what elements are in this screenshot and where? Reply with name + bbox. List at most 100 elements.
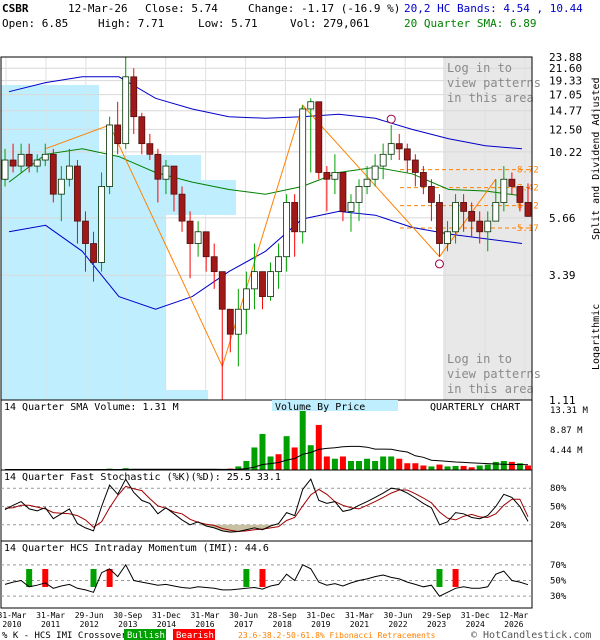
volume-bar xyxy=(347,460,354,470)
candle-body xyxy=(347,202,355,212)
candle-body xyxy=(355,186,363,203)
imi-tick-label: 50% xyxy=(550,577,567,587)
x-tick-date: 31-Dec xyxy=(152,611,181,620)
candle-body xyxy=(500,178,508,203)
bullish-label: Bullish xyxy=(127,631,165,640)
candle-body xyxy=(339,172,347,212)
x-tick-date: 28-Sep xyxy=(268,611,297,620)
candle-body xyxy=(419,172,427,187)
watermark-top-text: view patterns xyxy=(447,76,541,90)
bearish-label: Bearish xyxy=(176,631,214,640)
stochastic-tick-label: 20% xyxy=(550,521,567,531)
candle-body xyxy=(468,210,476,222)
fibonacci-legend: 23.6-38.2-50-61.8% Fibonacci Retracement… xyxy=(238,631,436,640)
copyright: © HotCandlestick.com xyxy=(471,630,591,640)
candle-body xyxy=(444,231,451,244)
candle-body xyxy=(379,153,387,167)
volume-bar xyxy=(476,465,483,470)
candle-body xyxy=(33,159,41,167)
price-tick-label: 3.39 xyxy=(549,269,576,282)
candle-body xyxy=(476,220,484,233)
volume-bar xyxy=(428,466,435,470)
candle-body xyxy=(162,165,170,180)
imi-crossover-bar xyxy=(436,569,443,587)
imi-crossover-bar xyxy=(259,569,266,587)
imi-crossover-bar xyxy=(106,569,113,587)
stochastic-tick-label: 50% xyxy=(550,503,567,513)
candle-body xyxy=(82,220,89,244)
candle-body xyxy=(90,243,97,263)
candle-body xyxy=(283,202,291,258)
candle-body xyxy=(226,308,234,335)
candle-body xyxy=(251,271,258,290)
volume-bar xyxy=(388,456,395,470)
x-tick-date: 30-Jun xyxy=(229,611,258,620)
x-tick-date: 31-Mar xyxy=(36,611,65,620)
candle-body xyxy=(49,153,57,195)
x-tick-date: 31-Dec xyxy=(306,611,335,620)
watermark-top-text: Log in to xyxy=(447,61,512,75)
candle-body xyxy=(170,165,178,195)
candle-body xyxy=(460,202,468,212)
candle-body xyxy=(106,124,114,187)
volume-bar xyxy=(444,466,451,470)
imi-panel-title: 14 Quarter HCS Intraday Momentum (IMI): … xyxy=(4,543,269,554)
imi-crossover-bar xyxy=(452,569,459,587)
volume-bar xyxy=(500,460,507,470)
candle-body xyxy=(218,271,226,310)
imi-crossover-bar xyxy=(90,569,97,587)
volume-bar xyxy=(307,445,314,470)
candle-body xyxy=(299,108,307,233)
candle-body xyxy=(146,143,154,155)
candle-body xyxy=(154,153,162,180)
candle-body xyxy=(114,124,122,145)
stock-chart: 8.727.426.325.17Log in toLog in toview p… xyxy=(0,51,600,640)
x-tick-year: 2018 xyxy=(273,620,292,629)
volume-bar xyxy=(331,458,338,470)
x-tick-year: 2024 xyxy=(466,620,485,629)
x-tick-year: 2016 xyxy=(195,620,214,629)
volume-bar xyxy=(412,463,419,470)
x-tick-year: 2017 xyxy=(234,620,253,629)
imi-tick-label: 30% xyxy=(550,592,567,602)
candle-body xyxy=(307,101,315,110)
candle-body xyxy=(25,153,33,167)
price-panel: 8.727.426.325.17Log in toLog in toview p… xyxy=(0,51,600,407)
imi-crossover-bar xyxy=(26,569,33,587)
candle-body xyxy=(202,231,210,258)
x-tick-date: 29-Sep xyxy=(422,611,451,620)
candle-body xyxy=(315,101,323,173)
candle-body xyxy=(331,172,339,180)
price-tick-label: 5.66 xyxy=(549,212,576,225)
candle-body xyxy=(484,220,492,233)
candle-body xyxy=(122,76,130,145)
candle-body xyxy=(194,231,202,244)
footer-legend-text: % K - HCS IMI Crossover, xyxy=(2,631,132,640)
candle-body xyxy=(275,256,282,273)
volume-bar xyxy=(372,460,379,470)
x-tick-date: 12-Mar xyxy=(499,611,528,620)
watermark-top-text: in this area xyxy=(447,91,534,105)
volume-tick-label: 8.87 M xyxy=(550,426,583,436)
logarithmic-label: Logarithmic xyxy=(591,304,600,370)
price-tick-label: 14.77 xyxy=(549,105,582,118)
price-tick-label: 10.22 xyxy=(549,146,582,159)
candle-body xyxy=(452,202,459,233)
candle-body xyxy=(371,165,379,180)
candle-body xyxy=(508,178,516,187)
x-tick-year: 2014 xyxy=(157,620,176,629)
stochastic-tick-label: 80% xyxy=(550,484,567,494)
candle-body xyxy=(259,271,266,297)
volume-bar xyxy=(364,458,371,470)
x-tick-date: 31-Mar xyxy=(345,611,374,620)
x-tick-date: 30-Sep xyxy=(113,611,142,620)
volume-bar xyxy=(380,456,387,470)
x-tick-date: 30-Jun xyxy=(384,611,413,620)
stochastic-panel: 14 Quarter Fast Stochastic (%K)(%D): 25.… xyxy=(0,469,567,542)
x-tick-year: 2023 xyxy=(427,620,446,629)
volume-bar xyxy=(524,465,531,470)
volume-bar xyxy=(323,456,330,470)
x-tick-year: 2010 xyxy=(2,620,21,629)
split-adjusted-label: Split and Dividend Adjusted xyxy=(591,77,600,240)
fibonacci-label: 8.72 xyxy=(517,166,539,176)
